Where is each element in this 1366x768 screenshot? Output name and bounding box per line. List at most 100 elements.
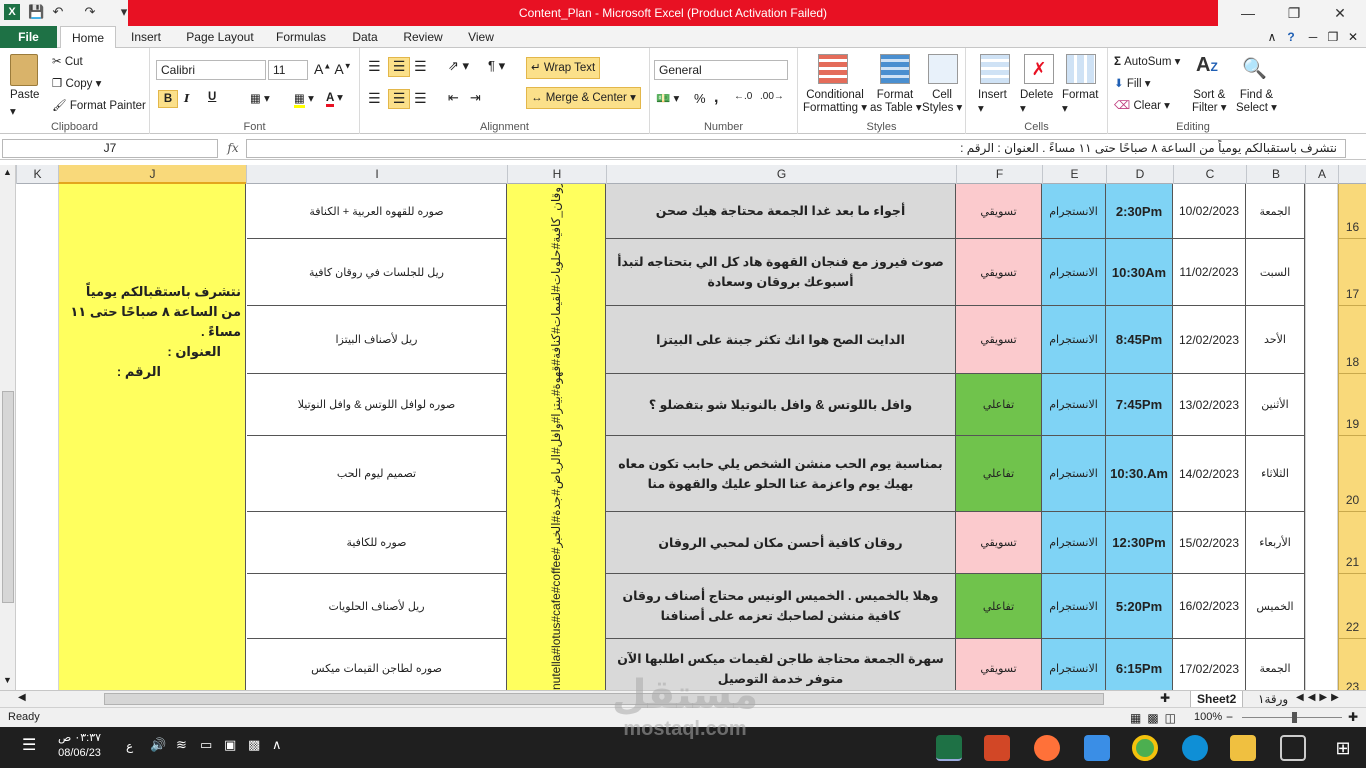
autosum-button[interactable]: Σ AutoSum ▾ <box>1114 54 1180 68</box>
cell-post-text[interactable]: روقان كافية أحسن مكان لمحبي الروقان <box>606 512 956 574</box>
zoom-level[interactable]: 100% <box>1194 711 1222 723</box>
firefox-taskbar-icon[interactable] <box>1034 735 1060 761</box>
insert-button[interactable]: Insert ▾ <box>978 89 1007 115</box>
cell-post-type[interactable]: تسويقي <box>956 512 1042 574</box>
cell-post-text[interactable]: أجواء ما بعد غدا الجمعة محتاجة هيك صحن <box>606 184 956 239</box>
row-number[interactable]: 20 <box>1338 436 1366 512</box>
row-number[interactable]: 22 <box>1338 574 1366 639</box>
sheet-tab-sheet2[interactable]: Sheet2 <box>1190 691 1244 708</box>
edge-taskbar-icon[interactable] <box>1182 735 1208 761</box>
restore-icon[interactable]: ❐ <box>1274 2 1314 24</box>
paste-button[interactable]: Paste <box>10 89 39 101</box>
cell-post-type[interactable]: تفاعلي <box>956 436 1042 512</box>
zoom-out-icon[interactable]: − <box>1226 710 1233 724</box>
align-top-icon[interactable]: ☰ <box>368 58 381 75</box>
cell-design-idea[interactable]: صوره للكافية <box>247 512 507 574</box>
cell-day[interactable]: السبت <box>1246 239 1305 306</box>
cell-styles-button[interactable]: Cell Styles ▾ <box>922 89 962 115</box>
cell-post-text[interactable]: الدايت الصح هوا انك تكثر جبنة على البيتز… <box>606 306 956 374</box>
number-format-combo[interactable]: General <box>654 60 788 80</box>
format-painter-button[interactable]: 🖌 Format Painter <box>52 98 146 112</box>
chrome-taskbar-icon[interactable] <box>1132 735 1158 761</box>
column-header-a[interactable]: A <box>1305 165 1338 184</box>
name-box[interactable]: J7 <box>2 139 218 158</box>
decrease-indent-icon[interactable]: ⇤ <box>448 90 459 106</box>
rtl-icon[interactable]: ¶ ▾ <box>488 58 505 74</box>
cell-date[interactable]: 11/02/2023 <box>1173 239 1246 306</box>
cell-post-type[interactable]: تسويقي <box>956 306 1042 374</box>
underline-button[interactable]: U <box>208 91 216 103</box>
notifications-icon[interactable]: ☰ <box>22 735 36 755</box>
cell-design-idea[interactable]: ريل لأصناف الحلويات <box>247 574 507 639</box>
tab-page-layout[interactable]: Page Layout <box>180 26 260 48</box>
tab-insert[interactable]: Insert <box>122 26 170 48</box>
collapse-ribbon-icon[interactable]: ∧ <box>1262 26 1282 48</box>
cell-post-type[interactable]: تسويقي <box>956 239 1042 306</box>
font-color-icon[interactable]: A ▾ <box>326 90 343 107</box>
hscroll-left-icon[interactable]: ◀ <box>18 692 26 703</box>
cell-day[interactable]: الأحد <box>1246 306 1305 374</box>
cell-post-type[interactable]: تسويقي <box>956 639 1042 690</box>
cell-post-text[interactable]: صوت فيروز مع فنجان القهوة هاد كل الي بتح… <box>606 239 956 306</box>
save-icon[interactable]: 💾 <box>28 4 44 20</box>
sort-filter-button[interactable]: Sort & Filter ▾ <box>1192 89 1227 115</box>
cell-h-hashtags[interactable]: nutella#lotus#cafe#coffee#روقان_كافية#حل… <box>507 184 606 690</box>
cell-platform[interactable]: الانستجرام <box>1042 512 1106 574</box>
cell-time[interactable]: 10:30.Am <box>1106 436 1173 512</box>
tab-file[interactable]: File <box>0 26 57 48</box>
cell-date[interactable]: 17/02/2023 <box>1173 639 1246 690</box>
excel-taskbar-icon[interactable] <box>936 735 962 761</box>
input-language[interactable]: ع <box>126 739 133 753</box>
font-size-combo[interactable]: 11 <box>268 60 308 80</box>
cell-day[interactable]: الخميس <box>1246 574 1305 639</box>
tab-review[interactable]: Review <box>398 26 448 48</box>
cell-platform[interactable]: الانستجرام <box>1042 574 1106 639</box>
row-number[interactable]: 21 <box>1338 512 1366 574</box>
align-bottom-icon[interactable]: ☰ <box>414 58 427 75</box>
zoom-slider-thumb[interactable] <box>1292 712 1297 723</box>
cell-day[interactable]: الثلاثاء <box>1246 436 1305 512</box>
cell-design-idea[interactable]: ريل لأصناف البيتزا <box>247 306 507 374</box>
column-header-f[interactable]: F <box>956 165 1042 184</box>
clock[interactable]: ٠٣:٣٧ ص 08/06/23 <box>58 731 101 761</box>
scroll-up-icon[interactable]: ▲ <box>3 167 12 177</box>
cell-time[interactable]: 10:30Am <box>1106 239 1173 306</box>
align-left-icon[interactable]: ☰ <box>368 90 381 107</box>
formula-input[interactable]: نتشرف باستقبالكم يومياً من الساعة ٨ صباح… <box>246 139 1346 158</box>
meet-icon[interactable]: ▩ <box>248 737 260 753</box>
file-explorer-taskbar-icon[interactable] <box>1230 735 1256 761</box>
insert-sheet-icon[interactable]: ✚ <box>1160 691 1170 705</box>
cell-design-idea[interactable]: صوره لوافل اللوتس & وافل النوتيلا <box>247 374 507 436</box>
column-header-c[interactable]: C <box>1173 165 1246 184</box>
format-as-table-button[interactable]: Format as Table ▾ <box>870 89 922 115</box>
column-header-g[interactable]: G <box>606 165 956 184</box>
italic-button[interactable]: I <box>184 91 189 105</box>
grow-font-icon[interactable]: A▲ A▼ <box>314 61 352 77</box>
clear-button[interactable]: ⌫ Clear ▾ <box>1114 98 1170 112</box>
tab-data[interactable]: Data <box>344 26 386 48</box>
cell-post-type[interactable]: تفاعلي <box>956 374 1042 436</box>
merge-center-button[interactable]: ↔ Merge & Center ▾ <box>526 87 641 109</box>
borders-icon[interactable]: ▦ ▾ <box>250 91 270 105</box>
cell-time[interactable]: 2:30Pm <box>1106 184 1173 239</box>
cell-j7-merged[interactable]: نتشرف باستقبالكم يومياً من الساعة ٨ صباح… <box>59 184 246 690</box>
row-number[interactable]: 19 <box>1338 374 1366 436</box>
scroll-down-icon[interactable]: ▼ <box>3 675 12 685</box>
increase-indent-icon[interactable]: ⇥ <box>470 90 481 106</box>
cell-time[interactable]: 7:45Pm <box>1106 374 1173 436</box>
conditional-formatting-button[interactable]: Conditional Formatting ▾ <box>802 89 868 115</box>
cell-date[interactable]: 12/02/2023 <box>1173 306 1246 374</box>
volume-icon[interactable]: 🔊 <box>150 737 166 753</box>
cell-design-idea[interactable]: ريل للجلسات في روقان كافية <box>247 239 507 306</box>
cell-time[interactable]: 6:15Pm <box>1106 639 1173 690</box>
cell-design-idea[interactable]: تصميم ليوم الحب <box>247 436 507 512</box>
tab-home[interactable]: Home <box>60 26 116 49</box>
row-number[interactable]: 17 <box>1338 239 1366 306</box>
find-select-button[interactable]: Find & Select ▾ <box>1236 89 1277 115</box>
cell-platform[interactable]: الانستجرام <box>1042 306 1106 374</box>
cell-post-text[interactable]: بمناسبة يوم الحب منشن الشخص يلي حابب تكو… <box>606 436 956 512</box>
font-name-combo[interactable]: Calibri <box>156 60 266 80</box>
close-icon[interactable]: ✕ <box>1320 2 1360 24</box>
bold-button[interactable]: B <box>158 90 178 108</box>
cell-day[interactable]: الجمعة <box>1246 184 1305 239</box>
